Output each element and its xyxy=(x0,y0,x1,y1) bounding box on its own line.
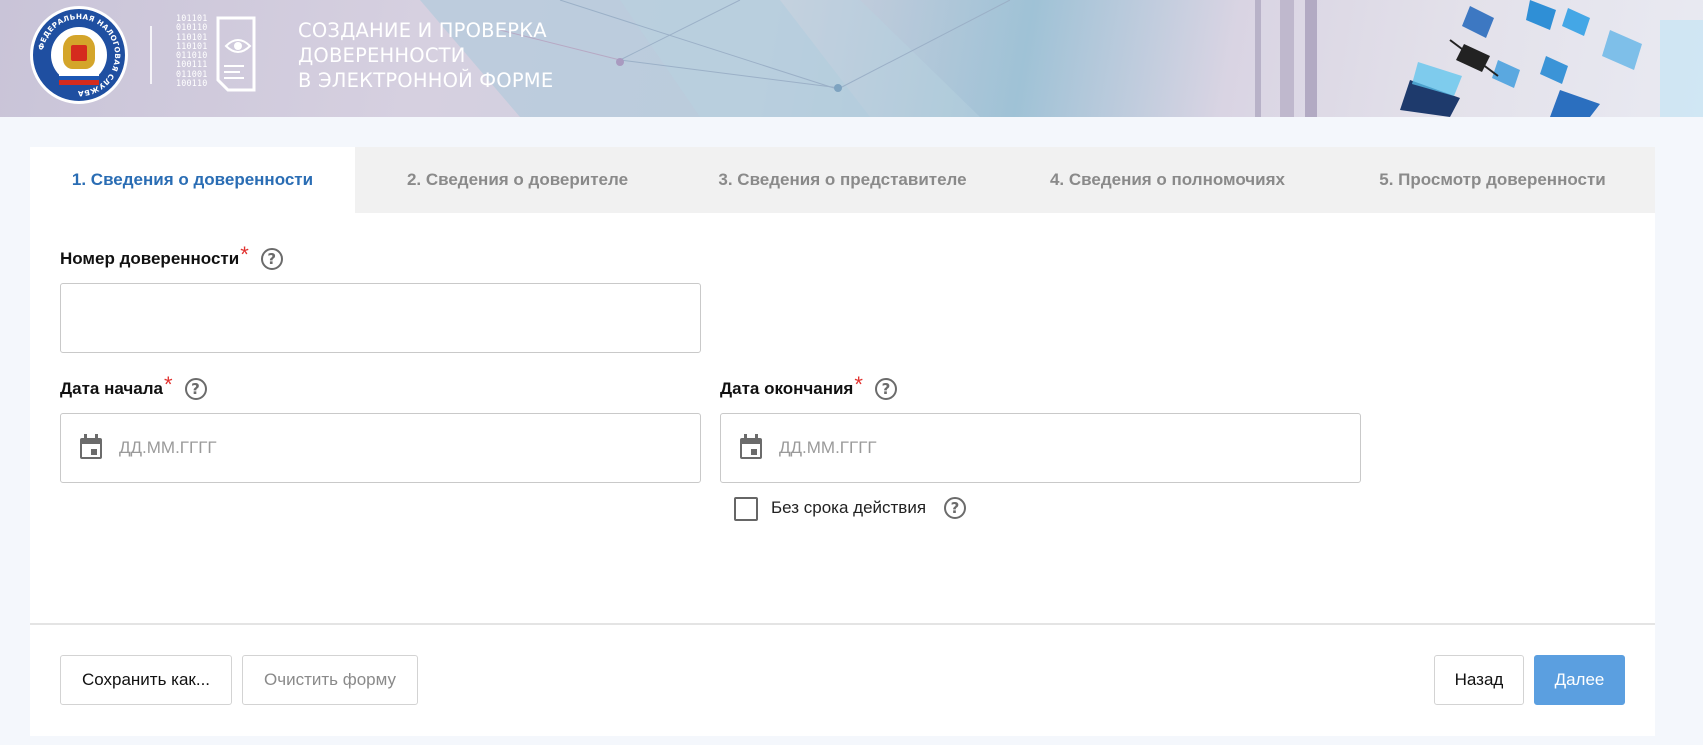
required-mark: * xyxy=(163,372,173,397)
calendar-icon[interactable] xyxy=(739,434,763,460)
end-date-label-text: Дата окончания xyxy=(720,379,854,398)
help-icon[interactable]: ? xyxy=(184,378,207,400)
binary-code-graphic: 101101 010110 110101 110101 011010 10011… xyxy=(176,13,208,89)
poa-number-label-text: Номер доверенности xyxy=(60,249,240,268)
start-date-label: Дата начала * ? xyxy=(60,372,207,402)
poa-number-input[interactable] xyxy=(61,284,700,352)
end-date-input-wrapper xyxy=(720,413,1361,483)
shield-icon xyxy=(71,45,87,61)
help-icon[interactable]: ? xyxy=(260,248,283,270)
poa-number-label: Номер доверенности * ? xyxy=(60,242,283,272)
clear-form-button[interactable]: Очистить форму xyxy=(242,655,418,705)
required-mark: * xyxy=(854,372,863,397)
help-icon[interactable]: ? xyxy=(944,497,966,519)
no-expiry-checkbox[interactable] xyxy=(734,497,758,521)
tech-cubes-decoration xyxy=(1400,0,1703,117)
required-mark: * xyxy=(240,242,249,267)
fns-emblem-logo: ФЕДЕРАЛЬНАЯ НАЛОГОВАЯ СЛУЖБА xyxy=(30,6,128,104)
tab-preview[interactable]: 5. Просмотр доверенности xyxy=(1330,147,1655,213)
tab-poa-details[interactable]: 1. Сведения о доверенности xyxy=(30,147,355,213)
footer-divider xyxy=(30,623,1655,625)
start-date-label-text: Дата начала xyxy=(60,379,163,398)
wizard-tabs: 1. Сведения о доверенности 2. Сведения о… xyxy=(30,147,1655,213)
header-banner: ФЕДЕРАЛЬНАЯ НАЛОГОВАЯ СЛУЖБА 101101 0101… xyxy=(0,0,1703,117)
poa-number-input-wrapper xyxy=(60,283,701,353)
document-eye-icon xyxy=(216,16,256,92)
end-date-input[interactable] xyxy=(721,414,1360,482)
help-icon[interactable]: ? xyxy=(874,378,897,400)
flag-icon xyxy=(59,71,99,85)
no-expiry-label[interactable]: Без срока действия xyxy=(771,498,926,518)
start-date-input-wrapper xyxy=(60,413,701,483)
power-of-attorney-form-card: 1. Сведения о доверенности 2. Сведения о… xyxy=(30,147,1655,736)
end-date-label: Дата окончания * ? xyxy=(720,372,897,402)
calendar-icon[interactable] xyxy=(79,434,103,460)
save-as-button[interactable]: Сохранить как... xyxy=(60,655,232,705)
banner-title: СОЗДАНИЕ И ПРОВЕРКА ДОВЕРЕННОСТИ В ЭЛЕКТ… xyxy=(298,19,554,92)
tab-powers-details[interactable]: 4. Сведения о полномочиях xyxy=(1005,147,1330,213)
header-divider xyxy=(150,26,152,84)
back-button[interactable]: Назад xyxy=(1434,655,1524,705)
next-button[interactable]: Далее xyxy=(1534,655,1625,705)
tab-representative-details[interactable]: 3. Сведения о представителе xyxy=(680,147,1005,213)
start-date-input[interactable] xyxy=(61,414,700,482)
tab-principal-details[interactable]: 2. Сведения о доверителе xyxy=(355,147,680,213)
